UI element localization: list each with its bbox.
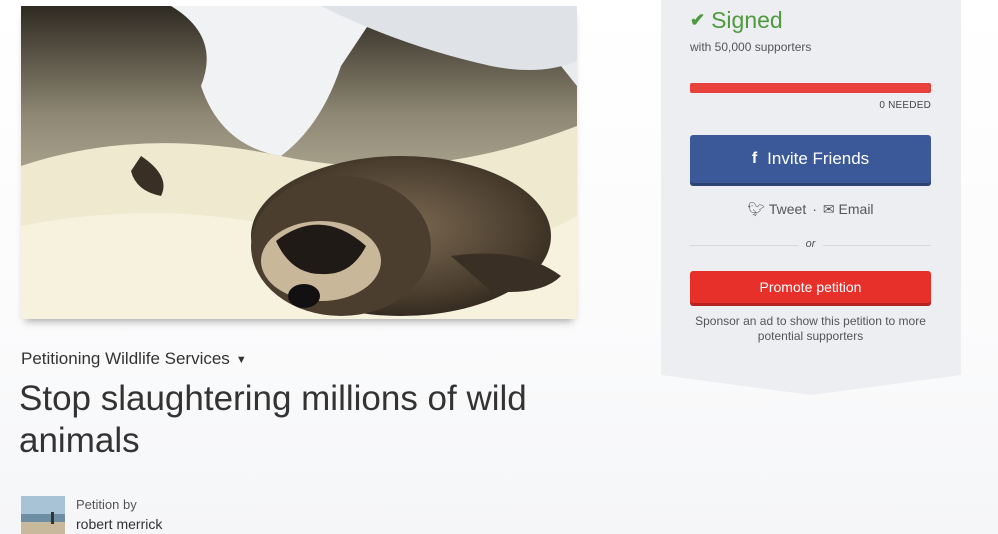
avatar[interactable]	[21, 496, 65, 534]
sidebar-pointer	[661, 375, 961, 395]
chevron-down-icon: ▼	[235, 354, 247, 366]
or-text: or	[805, 238, 816, 250]
signature-progress-bar	[690, 83, 931, 93]
facebook-icon: f	[751, 150, 758, 167]
signatures-needed: 0 NEEDED	[879, 100, 931, 111]
progress-fill	[690, 83, 931, 93]
petition-target-dropdown[interactable]: Petitioning Wildlife Services ▼	[21, 349, 247, 369]
envelope-icon: ✉	[822, 201, 835, 217]
sponsor-description: Sponsor an ad to show this petition to m…	[695, 314, 926, 343]
supporters-count: with 50,000 supporters	[690, 40, 812, 54]
email-label: Email	[838, 201, 874, 217]
starter-name[interactable]: robert merrick	[76, 516, 162, 532]
separator-dot: ·	[812, 201, 817, 217]
promote-petition-button[interactable]: Promote petition	[690, 271, 931, 303]
checkmark-icon: ✔	[690, 10, 706, 30]
twitter-icon: 🐦︎	[747, 201, 766, 217]
email-link[interactable]: ✉ Email	[823, 201, 874, 217]
starter-label: Petition by	[76, 497, 137, 512]
petition-title: Stop slaughtering millions of wild anima…	[19, 379, 527, 460]
or-divider: or	[690, 238, 931, 252]
tweet-link[interactable]: 🐦︎ Tweet	[747, 201, 806, 217]
petition-target-text: Petitioning Wildlife Services	[21, 349, 230, 368]
petition-photo	[21, 6, 577, 319]
signed-status: ✔ Signed	[690, 7, 783, 34]
signed-text: Signed	[711, 7, 783, 33]
invite-label: Invite Friends	[767, 149, 870, 168]
invite-friends-button[interactable]: f Invite Friends	[690, 135, 931, 183]
petition-starter: Petition by robert merrick	[21, 496, 162, 534]
share-links: 🐦︎ Tweet · ✉ Email	[690, 201, 931, 218]
tweet-label: Tweet	[768, 201, 807, 217]
